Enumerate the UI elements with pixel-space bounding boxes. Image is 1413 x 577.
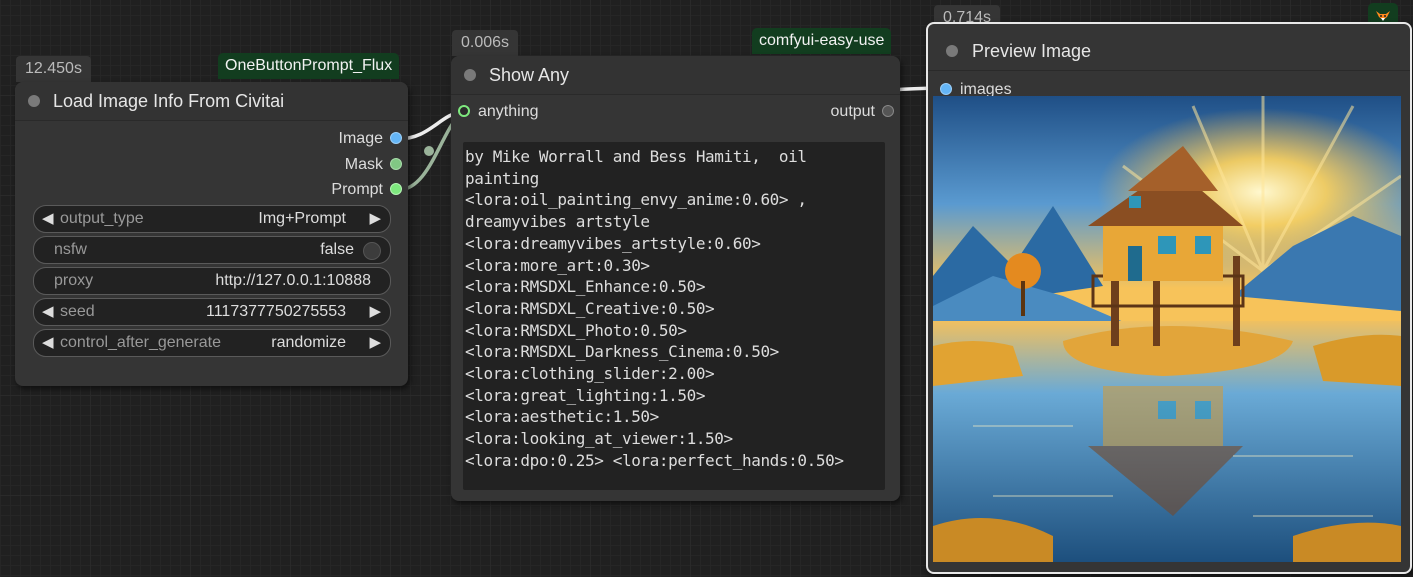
control-after-generate-combo[interactable]: ◀ control_after_generate randomize ▶ <box>33 329 391 357</box>
show-any-node[interactable]: Show Any anything output by Mike Worrall… <box>451 56 900 501</box>
output-any[interactable]: output <box>831 102 894 122</box>
arrow-right-icon[interactable]: ▶ <box>369 206 381 232</box>
proxy-label: proxy <box>54 272 94 289</box>
nsfw-toggle[interactable]: nsfw false <box>33 236 391 264</box>
output-mask[interactable]: Mask <box>345 155 402 175</box>
node2-title: Show Any <box>489 65 570 85</box>
control-value: randomize <box>271 334 346 351</box>
node2-timing: 0.006s <box>452 30 519 56</box>
toggle-off-icon[interactable] <box>363 242 381 260</box>
nsfw-label: nsfw <box>54 241 87 258</box>
anything-slot-icon[interactable] <box>458 104 470 117</box>
output-image-label: Image <box>338 130 383 147</box>
images-slot-icon[interactable] <box>940 82 952 95</box>
preview-image[interactable] <box>933 96 1401 562</box>
anything-label: anything <box>478 103 539 120</box>
output-type-value: Img+Prompt <box>258 210 346 227</box>
output-type-combo[interactable]: ◀ output_type Img+Prompt ▶ <box>33 205 391 233</box>
preview-image-node[interactable]: Preview Image images <box>926 22 1412 574</box>
collapse-dot-icon[interactable] <box>28 95 40 107</box>
arrow-left-icon[interactable]: ◀ <box>42 299 54 325</box>
node2-source-badge: comfyui-easy-use <box>752 28 892 54</box>
collapse-dot-icon[interactable] <box>464 69 476 81</box>
node1-source-badge: OneButtonPrompt_Flux <box>218 53 400 79</box>
proxy-value: http://127.0.0.1:10888 <box>215 272 371 289</box>
node3-title: Preview Image <box>972 41 1092 61</box>
seed-value: 1117377750275553 <box>206 303 346 320</box>
control-label: control_after_generate <box>60 334 221 351</box>
arrow-left-icon[interactable]: ◀ <box>42 206 54 232</box>
node1-timing: 12.450s <box>16 56 91 82</box>
painting-house-on-lake <box>933 96 1401 562</box>
nsfw-value: false <box>320 241 354 258</box>
input-anything[interactable]: anything <box>458 102 539 122</box>
node1-titlebar[interactable]: Load Image Info From Civitai <box>15 82 408 121</box>
seed-label: seed <box>60 303 95 320</box>
proxy-field[interactable]: proxy http://127.0.0.1:10888 <box>33 267 391 295</box>
load-image-info-node[interactable]: Load Image Info From Civitai Image Mask … <box>15 82 408 386</box>
output-mask-label: Mask <box>344 156 383 173</box>
mask-slot-icon[interactable] <box>390 157 402 170</box>
output-prompt[interactable]: Prompt <box>331 180 402 200</box>
output-label: output <box>830 103 875 120</box>
output-type-label: output_type <box>60 210 144 227</box>
output-prompt-label: Prompt <box>331 181 383 198</box>
prompt-slot-icon[interactable] <box>390 182 402 195</box>
output-slot-icon[interactable] <box>882 104 894 117</box>
collapse-dot-icon[interactable] <box>946 45 958 57</box>
output-image[interactable]: Image <box>339 129 402 149</box>
image-slot-icon[interactable] <box>390 131 402 144</box>
arrow-left-icon[interactable]: ◀ <box>42 330 54 356</box>
arrow-right-icon[interactable]: ▶ <box>369 299 381 325</box>
link-midpoint <box>424 146 434 156</box>
node3-titlebar[interactable]: Preview Image <box>928 32 1410 71</box>
seed-number[interactable]: ◀ seed 1117377750275553 ▶ <box>33 298 391 326</box>
node1-title: Load Image Info From Civitai <box>53 91 285 111</box>
prompt-text-display[interactable]: by Mike Worrall and Bess Hamiti, oil pai… <box>463 142 885 490</box>
arrow-right-icon[interactable]: ▶ <box>369 330 381 356</box>
node2-titlebar[interactable]: Show Any <box>451 56 900 95</box>
